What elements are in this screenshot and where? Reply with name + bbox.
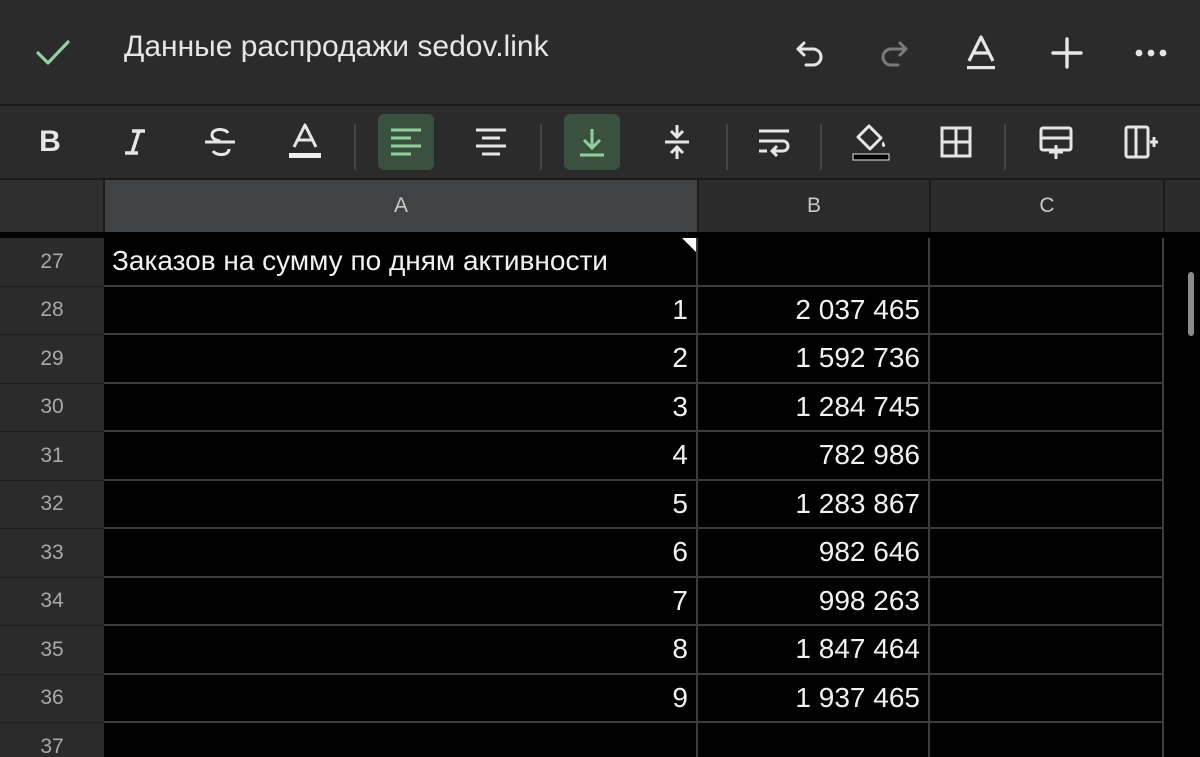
cell-b27[interactable] [698,238,930,287]
note-indicator [682,238,696,252]
row-number[interactable]: 29 [0,335,104,384]
column-divider [697,180,699,232]
done-check-icon[interactable] [30,30,76,76]
borders-icon[interactable] [928,114,984,170]
text-format-icon[interactable] [958,30,1004,76]
cell-a27[interactable]: Заказов на сумму по дням активности [104,238,698,287]
row-number[interactable]: 27 [0,238,104,287]
row-number[interactable]: 33 [0,529,104,578]
cell-c36[interactable] [930,674,1164,723]
cell-b34[interactable]: 998 263 [698,577,930,626]
cell-a34[interactable]: 7 [104,577,698,626]
insert-column-icon[interactable] [1113,114,1169,170]
table-row: 29 2 1 592 736 [0,335,1200,384]
align-center-icon[interactable] [463,114,519,170]
row-number[interactable]: 28 [0,286,104,335]
row-number[interactable]: 34 [0,577,104,626]
row-number[interactable]: 31 [0,432,104,481]
cell-b30[interactable]: 1 284 745 [698,383,930,432]
cell-b36[interactable]: 1 937 465 [698,674,930,723]
cell-a32[interactable]: 5 [104,480,698,529]
cell-a33[interactable]: 6 [104,529,698,578]
column-divider [103,180,105,232]
align-middle-icon[interactable] [649,114,705,170]
align-left-icon[interactable] [378,114,434,170]
insert-row-icon[interactable] [1028,114,1084,170]
cell-c35[interactable] [930,626,1164,675]
row-number[interactable]: 35 [0,626,104,675]
cell-b33[interactable]: 982 646 [698,529,930,578]
cell-c28[interactable] [930,286,1164,335]
fill-color-icon[interactable] [843,114,899,170]
table-row: 27 Заказов на сумму по дням активности [0,238,1200,287]
redo-icon[interactable] [872,32,916,76]
toolbar-separator [540,124,542,170]
strikethrough-icon[interactable] [192,114,248,170]
column-header-a[interactable]: A [104,180,698,232]
align-bottom-icon[interactable] [564,114,620,170]
text-wrap-icon[interactable] [746,114,802,170]
table-row: 30 3 1 284 745 [0,383,1200,432]
table-row: 28 1 2 037 465 [0,286,1200,335]
cell-c34[interactable] [930,577,1164,626]
table-row: 36 9 1 937 465 [0,674,1200,723]
bold-icon: B [39,125,61,158]
table-row: 35 8 1 847 464 [0,626,1200,675]
cell-a28[interactable]: 1 [104,286,698,335]
document-title[interactable]: Данные распродажи sedov.link [124,30,549,64]
cell-a37[interactable] [104,723,698,757]
more-options-icon[interactable] [1128,30,1174,76]
cell-a29[interactable]: 2 [104,335,698,384]
cell-a36[interactable]: 9 [104,674,698,723]
cell-c37[interactable] [930,723,1164,757]
table-row: 31 4 782 986 [0,432,1200,481]
column-header-c[interactable]: C [930,180,1164,232]
cell-c30[interactable] [930,383,1164,432]
toolbar-separator [726,124,728,170]
cell-a30[interactable]: 3 [104,383,698,432]
undo-icon[interactable] [788,32,832,76]
text-color-icon[interactable] [277,114,333,170]
cell-c31[interactable] [930,432,1164,481]
column-header-b[interactable]: B [698,180,930,232]
table-row: 33 6 982 646 [0,529,1200,578]
toolbar-separator [1004,124,1006,170]
table-row: 37 [0,723,1200,757]
format-toolbar: B [0,106,1200,178]
table-row: 34 7 998 263 [0,577,1200,626]
toolbar-separator [354,124,356,170]
cell-b29[interactable]: 1 592 736 [698,335,930,384]
cell-c27[interactable] [930,238,1164,287]
column-header: A B C [0,180,1200,232]
row-number[interactable]: 30 [0,383,104,432]
cell-c32[interactable] [930,480,1164,529]
vertical-scrollbar[interactable] [1188,272,1194,336]
cell-b32[interactable]: 1 283 867 [698,480,930,529]
add-icon[interactable] [1044,30,1090,76]
cell-b28[interactable]: 2 037 465 [698,286,930,335]
row-number[interactable]: 32 [0,480,104,529]
cell-c29[interactable] [930,335,1164,384]
top-app-bar: Данные распродажи sedov.link [0,0,1200,104]
column-divider [1163,180,1165,232]
cell-a31[interactable]: 4 [104,432,698,481]
table-row: 32 5 1 283 867 [0,480,1200,529]
cell-a35[interactable]: 8 [104,626,698,675]
cell-b31[interactable]: 782 986 [698,432,930,481]
toolbar-separator [820,124,822,170]
column-divider [929,180,931,232]
cell-b35[interactable]: 1 847 464 [698,626,930,675]
row-number[interactable]: 36 [0,674,104,723]
italic-icon[interactable] [107,114,163,170]
spreadsheet-grid: 27 Заказов на сумму по дням активности 2… [0,232,1200,757]
bold-button[interactable]: B [22,114,78,170]
cell-text: Заказов на сумму по дням активности [112,245,608,277]
cell-c33[interactable] [930,529,1164,578]
row-number[interactable]: 37 [0,723,104,757]
cell-b37[interactable] [698,723,930,757]
select-all-corner[interactable] [0,180,104,232]
